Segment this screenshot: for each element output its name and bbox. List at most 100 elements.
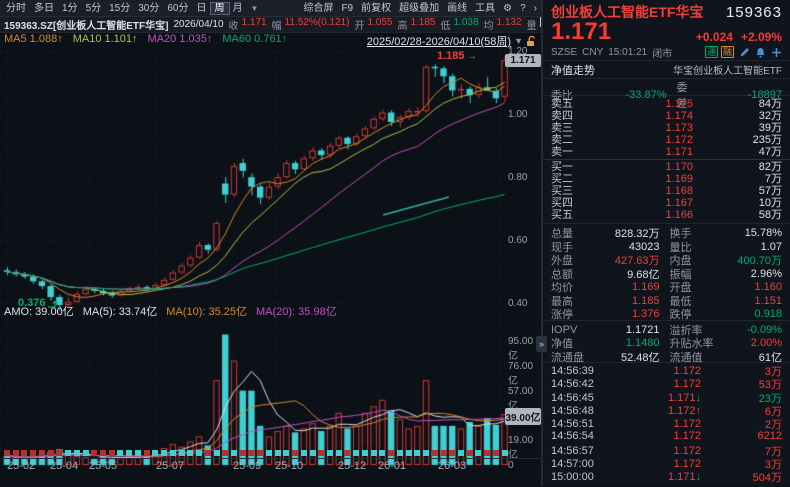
bid-row[interactable]: 买四1.16710万 <box>543 197 790 209</box>
price-ma-item-4: MA60 0.761↑ <box>222 33 287 45</box>
queue-amount: 82万 <box>693 161 782 173</box>
ask-row[interactable]: 卖二1.172235万 <box>543 134 790 146</box>
nav-value-row[interactable]: 净值走势 华宝创业板人工智能ETF <box>543 61 790 79</box>
price-ma-item-3: MA20 1.035↑ <box>148 33 213 45</box>
info-field-3: 收1.171 <box>229 17 267 32</box>
time-sales-list[interactable]: 14:56:391.1723万14:56:421.17253万14:56:451… <box>543 362 790 486</box>
x-axis-label: 25-04 <box>50 460 78 472</box>
tick-amount: 504万 <box>701 469 782 485</box>
bid-row[interactable]: 买五1.16658万 <box>543 209 790 221</box>
period-tab-5[interactable]: 15分 <box>105 3 134 14</box>
price-axis-tick: 0.60 <box>508 235 527 246</box>
signal-block <box>39 450 45 456</box>
price-change: +0.024 +2.09% <box>696 30 782 44</box>
more-icon[interactable]: › <box>530 3 541 14</box>
tick-time: 14:56:39 <box>551 365 613 377</box>
info-field-8: 均1.132 <box>484 17 522 32</box>
queue-price: 1.172 <box>587 134 693 146</box>
kline-chart-region[interactable]: MA5 1.088↑MA10 1.101↑MA20 1.035↑MA60 0.7… <box>0 33 541 487</box>
queue-amount: 235万 <box>693 134 782 146</box>
time-sales-row: 14:56:421.17253万 <box>543 376 790 389</box>
signal-strip <box>0 450 541 457</box>
time-sales-row: 14:56:571.1727万 <box>543 443 790 456</box>
queue-price: 1.175 <box>587 98 693 110</box>
signal-block <box>283 450 289 456</box>
period-dropdown-caret[interactable]: ▼ <box>247 1 263 16</box>
tick-amount: 6212 <box>701 430 782 442</box>
stat-value: 1.151 <box>714 295 783 307</box>
signal-block <box>292 450 298 456</box>
margin-badge-融: 融 <box>721 46 734 58</box>
tools-button[interactable]: 工具 <box>471 3 499 14</box>
signal-block <box>423 450 429 456</box>
time-sales-row: 14:56:481.172↑6万 <box>543 403 790 416</box>
signal-block <box>502 450 508 456</box>
date-range-caret-icon[interactable]: ▼ <box>514 36 523 46</box>
market-status-bar: SZSE CNY 15:01:21 闭市 通融 <box>543 44 790 61</box>
price-ma-item-2: MA10 1.101↑ <box>73 33 138 45</box>
x-axis-label: 25-07 <box>156 460 184 472</box>
queue-amount: 58万 <box>693 209 782 221</box>
volume-ma-item-3: MA(10): 35.25亿 <box>166 303 247 319</box>
nav-trend-link[interactable]: 净值走势 <box>551 62 595 78</box>
period-tab-1[interactable]: 分时 <box>2 3 30 14</box>
period-tab-10[interactable]: 月 <box>229 3 247 14</box>
signal-block <box>318 450 324 456</box>
gear-icon[interactable]: ⚙ <box>499 3 516 14</box>
signal-block <box>48 450 54 456</box>
edit-icon[interactable] <box>739 47 750 58</box>
x-axis-label: 26-01 <box>378 460 406 472</box>
ask-row[interactable]: 卖四1.17432万 <box>543 110 790 122</box>
queue-level-label: 买四 <box>551 197 587 209</box>
info-field-value: 1.038 <box>454 17 479 32</box>
period-tab-7[interactable]: 60分 <box>163 3 192 14</box>
ask-row[interactable]: 卖三1.17339万 <box>543 122 790 134</box>
signal-block <box>179 450 185 456</box>
signal-block <box>4 450 10 456</box>
toolbar-action-group: 综合屏F9前复权超级叠加画线工具⚙?› <box>299 1 541 16</box>
queue-amount: 47万 <box>693 146 782 158</box>
period-tab-9[interactable]: 周 <box>211 3 229 14</box>
info-field-5: 开1.055 <box>354 17 392 32</box>
help-icon[interactable]: ? <box>516 3 530 14</box>
f9-button[interactable]: F9 <box>337 3 357 14</box>
info-field-label: 收 <box>229 17 239 32</box>
info-field-6: 高1.185 <box>397 17 435 32</box>
date-range-text[interactable]: 2025/02/28-2026/04/10(58周) <box>367 33 511 49</box>
info-field-label: 低 <box>441 17 451 32</box>
period-tab-group: 分时多日1分5分15分30分60分日周月 <box>2 1 247 16</box>
period-tab-8[interactable]: 日 <box>193 3 211 14</box>
current-volume-badge: 39.00亿 <box>505 408 541 425</box>
bid-row[interactable]: 买二1.1697万 <box>543 173 790 185</box>
queue-price: 1.174 <box>587 110 693 122</box>
draw-line-button[interactable]: 画线 <box>443 3 471 14</box>
ask-row[interactable]: 卖五1.17584万 <box>543 98 790 110</box>
currency-label: CNY <box>582 47 603 58</box>
panel-expand-button[interactable]: » <box>536 336 547 352</box>
stat-row: 外盘427.63万内盘400.70万 <box>543 252 790 266</box>
candlestick-canvas[interactable] <box>0 49 541 481</box>
forward-adjust-button[interactable]: 前复权 <box>357 3 395 14</box>
volume-ma-item-4: MA(20): 35.98亿 <box>256 303 337 319</box>
super-overlay-button[interactable]: 超级叠加 <box>395 3 443 14</box>
signal-block <box>449 450 455 456</box>
queue-amount: 32万 <box>693 110 782 122</box>
alert-bell-icon[interactable] <box>755 47 766 58</box>
time-sales-row: 14:56:451.171↓23万 <box>543 390 790 403</box>
stat-row: 总量828.32万换手15.78% <box>543 225 790 239</box>
signal-block <box>388 450 394 456</box>
period-tab-4[interactable]: 5分 <box>82 3 106 14</box>
queue-level-label: 卖一 <box>551 146 587 158</box>
signal-block <box>144 450 150 456</box>
tick-price: 1.172↑ <box>613 405 701 417</box>
bid-row[interactable]: 买一1.17082万 <box>543 161 790 173</box>
ask-row[interactable]: 卖一1.17147万 <box>543 146 790 158</box>
unlock-icon[interactable] <box>526 35 537 47</box>
bid-row[interactable]: 买三1.16857万 <box>543 185 790 197</box>
period-tab-6[interactable]: 30分 <box>134 3 163 14</box>
period-tab-3[interactable]: 1分 <box>58 3 82 14</box>
add-icon[interactable] <box>771 47 782 58</box>
composite-screen-button[interactable]: 综合屏 <box>299 3 337 14</box>
signal-block <box>222 450 228 456</box>
period-tab-2[interactable]: 多日 <box>30 3 58 14</box>
